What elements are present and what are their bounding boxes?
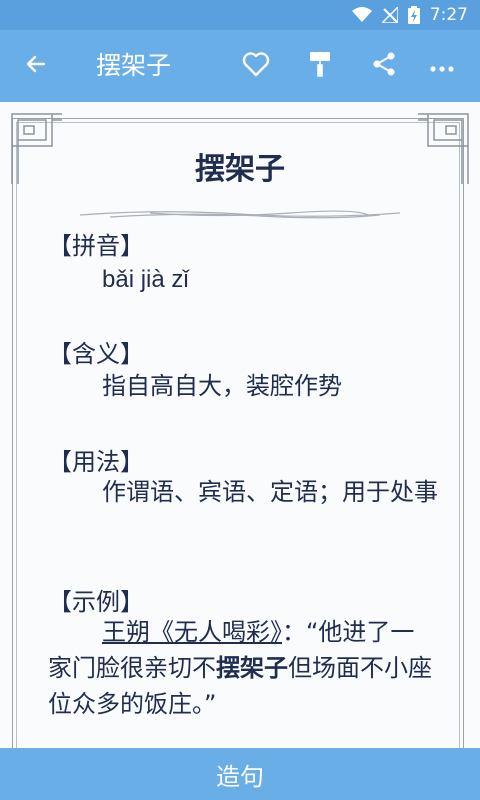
share-icon xyxy=(371,51,397,81)
wave-divider-icon xyxy=(79,206,401,220)
pinyin-text: bǎi jià zǐ xyxy=(102,266,189,293)
status-time: 7:27 xyxy=(429,5,468,25)
more-icon xyxy=(430,57,454,76)
favorite-button[interactable] xyxy=(234,44,278,88)
battery-charging-icon xyxy=(407,6,420,24)
entry-content: 摆架子 【拼音】 bǎi jià zǐ 【含义】 指自高自大，装腔作势 【用法】… xyxy=(0,102,480,748)
example-heading: 【示例】 xyxy=(48,588,144,616)
back-arrow-icon xyxy=(24,52,48,80)
share-button[interactable] xyxy=(362,44,406,88)
pinyin-heading: 【拼音】 xyxy=(48,232,144,260)
heart-icon xyxy=(242,51,270,81)
more-button[interactable] xyxy=(420,44,464,88)
example-quote-highlight: 摆架子 xyxy=(216,654,288,682)
usage-heading: 【用法】 xyxy=(48,448,144,476)
make-sentence-button[interactable]: 造句 xyxy=(0,748,480,800)
example-title-link[interactable]: 《无人喝彩》 xyxy=(150,618,282,646)
entry-word: 摆架子 xyxy=(195,152,285,187)
example-author-link[interactable]: 王朔 xyxy=(102,618,150,646)
usage-text: 作谓语、宾语、定语；用于处事 xyxy=(102,478,438,506)
theme-button[interactable] xyxy=(298,44,342,88)
make-sentence-label: 造句 xyxy=(216,762,264,791)
wifi-icon xyxy=(351,7,372,23)
meaning-text: 指自高自大，装腔作势 xyxy=(102,372,342,400)
no-signal-icon xyxy=(381,7,398,23)
status-bar: 7:27 xyxy=(0,0,480,30)
meaning-heading: 【含义】 xyxy=(48,340,144,368)
page-title: 摆架子 xyxy=(96,51,172,80)
entry-card: 摆架子 【拼音】 bǎi jià zǐ 【含义】 指自高自大，装腔作势 【用法】… xyxy=(0,102,480,782)
back-button[interactable] xyxy=(14,44,58,88)
example-text: 王朔《无人喝彩》：“他进了一家门脸很亲切不摆架子但场面不小座位众多的饭庄。” xyxy=(48,614,438,722)
status-icons: 7:27 xyxy=(351,0,468,30)
app-bar: 摆架子 xyxy=(0,30,480,102)
paint-roller-icon xyxy=(308,50,332,82)
